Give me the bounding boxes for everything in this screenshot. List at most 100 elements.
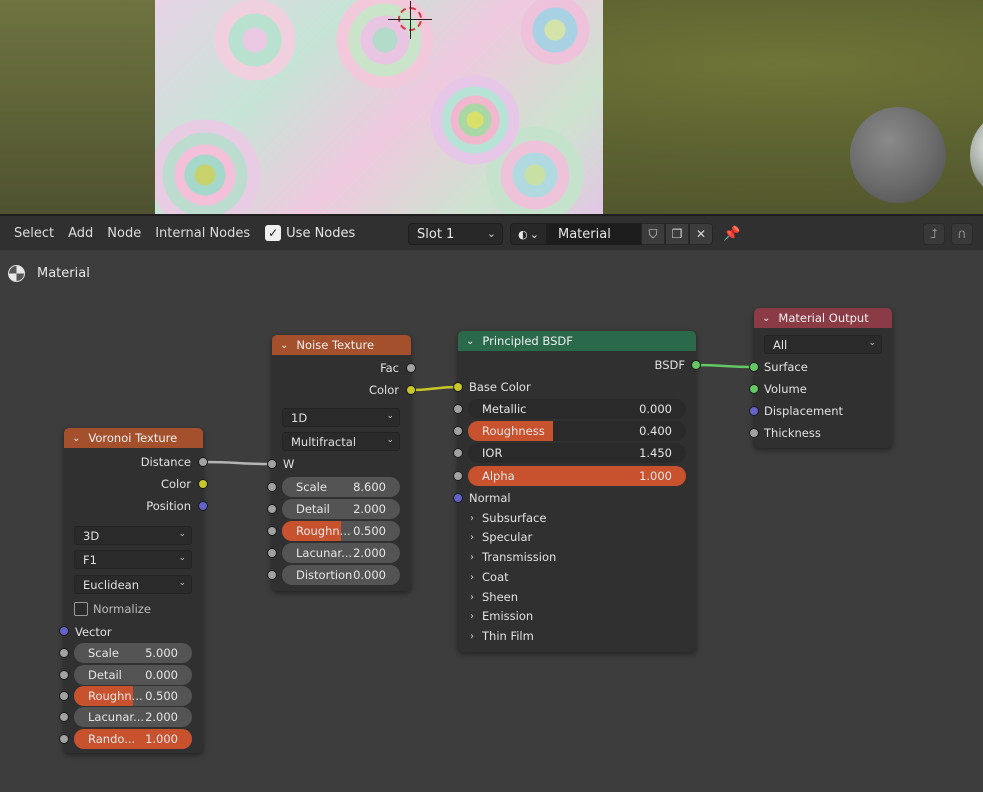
socket-distortion[interactable]	[267, 570, 277, 580]
socket-volume[interactable]	[749, 384, 759, 394]
use-nodes-toggle[interactable]: ✓ Use Nodes	[265, 225, 355, 241]
snap-icon[interactable]: ∩	[951, 223, 973, 245]
socket-roughness[interactable]	[59, 691, 69, 701]
socket-alpha[interactable]	[453, 471, 463, 481]
field-value: 5.000	[145, 646, 178, 660]
node-header[interactable]: ⌄ Voronoi Texture	[64, 428, 203, 448]
noise-texture-node[interactable]: ⌄ Noise Texture Fac Color 1D ⌄ Multifract…	[267, 335, 416, 591]
scale-field[interactable]: Scale 8.600	[282, 477, 400, 497]
panel-subsurface[interactable]: › Subsurface	[470, 511, 546, 525]
material-output-node[interactable]: ⌄ Material Output All ⌄ Surface Volume Di…	[749, 308, 892, 448]
new-material-button[interactable]: ❐	[665, 223, 689, 245]
field-value: 8.600	[353, 480, 386, 494]
socket-thickness[interactable]	[749, 428, 759, 438]
roughness-field[interactable]: Roughn... 0.500	[74, 686, 192, 706]
panel-coat[interactable]: › Coat	[470, 570, 509, 584]
material-ball-icon: ◐	[518, 227, 528, 241]
roughness-field[interactable]: Roughness 0.400	[468, 421, 686, 441]
roughness-field[interactable]: Roughn... 0.500	[282, 521, 400, 541]
browse-material-button[interactable]: ◐ ⌄	[510, 223, 547, 245]
checkbox-box[interactable]	[74, 602, 88, 616]
lacunarity-field[interactable]: Lacunar... 2.000	[74, 707, 192, 727]
chevron-down-icon: ⌄	[868, 338, 876, 348]
socket-randomness[interactable]	[59, 734, 69, 744]
field-label: IOR	[482, 446, 503, 460]
socket-detail[interactable]	[267, 504, 277, 514]
socket-normal[interactable]	[453, 493, 463, 503]
collapse-icon[interactable]: ⌄	[762, 313, 770, 324]
dimensions-dropdown[interactable]: 3D ⌄	[74, 526, 192, 545]
socket-color[interactable]	[198, 479, 208, 489]
socket-metallic[interactable]	[453, 404, 463, 414]
randomness-field[interactable]: Rando... 1.000	[74, 729, 192, 749]
socket-displacement[interactable]	[749, 406, 759, 416]
parent-up-icon[interactable]: ⮥	[923, 223, 945, 245]
socket-detail[interactable]	[59, 670, 69, 680]
field-value: 0.500	[145, 689, 178, 703]
dimensions-dropdown[interactable]: 1D ⌄	[282, 408, 400, 427]
node-header[interactable]: ⌄ Noise Texture	[272, 335, 411, 355]
slot-dropdown[interactable]: Slot 1 ⌄	[408, 223, 503, 245]
detail-field[interactable]: Detail 2.000	[282, 499, 400, 519]
unlink-material-button[interactable]: ✕	[689, 223, 713, 245]
3d-viewport[interactable]	[0, 0, 983, 214]
socket-lacunarity[interactable]	[59, 712, 69, 722]
target-dropdown[interactable]: All ⌄	[764, 335, 882, 354]
output-position-label: Position	[146, 499, 191, 513]
socket-base-color[interactable]	[453, 382, 463, 392]
feature-dropdown[interactable]: F1 ⌄	[74, 550, 192, 569]
socket-fac[interactable]	[406, 363, 416, 373]
socket-roughness[interactable]	[267, 526, 277, 536]
socket-color[interactable]	[406, 385, 416, 395]
collapse-icon[interactable]: ⌄	[72, 433, 80, 444]
hdri-preview-sphere-chrome	[970, 110, 983, 200]
menu-add[interactable]: Add	[61, 226, 100, 241]
socket-scale[interactable]	[59, 648, 69, 658]
socket-roughness[interactable]	[453, 426, 463, 436]
panel-sheen[interactable]: › Sheen	[470, 590, 518, 604]
distortion-field[interactable]: Distortion 0.000	[282, 565, 400, 585]
socket-bsdf[interactable]	[691, 360, 701, 370]
alpha-field[interactable]: Alpha 1.000	[468, 466, 686, 486]
panel-label: Emission	[482, 609, 534, 623]
socket-lacunarity[interactable]	[267, 548, 277, 558]
feature-value: F1	[83, 552, 97, 567]
panel-thin-film[interactable]: › Thin Film	[470, 629, 534, 643]
lacunarity-field[interactable]: Lacunar... 2.000	[282, 543, 400, 563]
pin-icon[interactable]: 📌	[723, 225, 741, 243]
fake-user-button[interactable]: ⛉	[641, 223, 665, 245]
socket-position[interactable]	[198, 501, 208, 511]
voronoi-texture-node[interactable]: ⌄ Voronoi Texture Distance Color Positio…	[59, 428, 208, 753]
menu-internal-nodes[interactable]: Internal Nodes	[148, 226, 257, 241]
panel-specular[interactable]: › Specular	[470, 530, 532, 544]
use-nodes-checkbox[interactable]: ✓	[265, 225, 282, 241]
socket-surface[interactable]	[749, 362, 759, 372]
scale-field[interactable]: Scale 5.000	[74, 643, 192, 663]
menu-node[interactable]: Node	[100, 226, 148, 241]
socket-scale[interactable]	[267, 482, 277, 492]
socket-ior[interactable]	[453, 448, 463, 458]
hdri-preview-sphere-diffuse	[850, 107, 946, 203]
field-label: Detail	[88, 668, 122, 682]
type-dropdown[interactable]: Multifractal ⌄	[282, 432, 400, 451]
metric-dropdown[interactable]: Euclidean ⌄	[74, 575, 192, 594]
panel-emission[interactable]: › Emission	[470, 609, 533, 623]
socket-w[interactable]	[267, 459, 277, 469]
chevron-right-icon: ›	[470, 610, 474, 622]
socket-vector[interactable]	[59, 626, 69, 636]
principled-bsdf-node[interactable]: ⌄ Principled BSDF BSDF Base Color Metall…	[453, 331, 701, 652]
menu-select[interactable]: Select	[7, 226, 61, 241]
socket-distance[interactable]	[198, 457, 208, 467]
normalize-checkbox[interactable]: Normalize	[74, 602, 151, 616]
panel-transmission[interactable]: › Transmission	[470, 550, 556, 564]
metallic-field[interactable]: Metallic 0.000	[468, 399, 686, 419]
collapse-icon[interactable]: ⌄	[280, 340, 288, 351]
node-header[interactable]: ⌄ Material Output	[754, 308, 892, 328]
node-title: Voronoi Texture	[88, 431, 178, 445]
detail-field[interactable]: Detail 0.000	[74, 665, 192, 685]
collapse-icon[interactable]: ⌄	[466, 336, 474, 347]
field-label: Lacunar...	[296, 546, 353, 560]
material-name-field[interactable]: Material	[547, 223, 641, 245]
node-header[interactable]: ⌄ Principled BSDF	[458, 331, 696, 351]
ior-field[interactable]: IOR 1.450	[468, 443, 686, 463]
